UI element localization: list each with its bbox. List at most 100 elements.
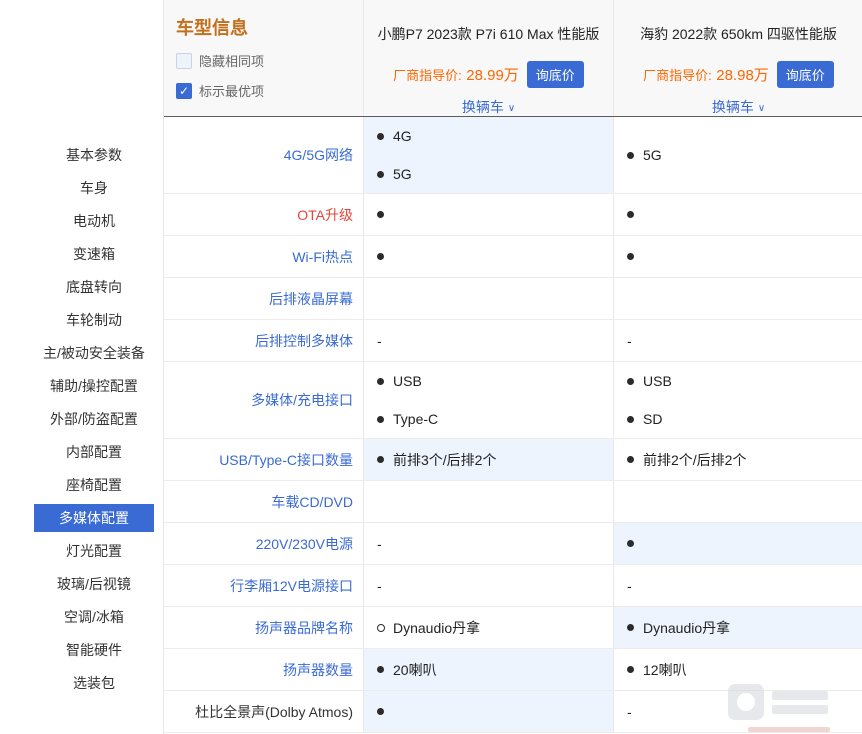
price-value: 28.99万 <box>466 67 519 84</box>
spec-value-text: SD <box>643 411 662 427</box>
compare-table: 车型信息 隐藏相同项 ✓ 标示最优项 小鹏P7 2023款 P7i 610 Ma… <box>163 0 862 734</box>
standard-dot-icon <box>377 378 384 385</box>
spec-row: 扬声器数量 20喇叭 12喇叭 <box>164 649 862 691</box>
spec-value-line: USB <box>627 362 862 400</box>
spec-row: Wi-Fi热点 <box>164 236 862 278</box>
spec-cell: Dynaudio丹拿 <box>364 607 614 648</box>
standard-dot-icon <box>627 666 634 673</box>
standard-dot-icon <box>627 456 634 463</box>
row-label[interactable]: 4G/5G网络 <box>164 117 364 193</box>
checkbox-checked-icon[interactable]: ✓ <box>176 83 192 99</box>
spec-value-line <box>377 245 613 269</box>
checkbox-label: 标示最优项 <box>199 81 264 100</box>
sidebar-item-玻璃/后视镜[interactable]: 玻璃/后视镜 <box>34 567 154 600</box>
sidebar-item-基本参数[interactable]: 基本参数 <box>34 138 154 171</box>
table-header-left: 车型信息 隐藏相同项 ✓ 标示最优项 <box>164 0 364 116</box>
spec-value-text: Dynaudio丹拿 <box>643 618 730 638</box>
switch-car-label: 换辆车 <box>462 97 504 117</box>
spec-value-line <box>627 245 862 269</box>
category-list: 基本参数车身电动机变速箱底盘转向车轮制动主/被动安全装备辅助/操控配置外部/防盗… <box>0 138 163 699</box>
sidebar-item-辅助/操控配置[interactable]: 辅助/操控配置 <box>34 369 154 402</box>
standard-dot-icon <box>627 624 634 631</box>
sidebar-item-变速箱[interactable]: 变速箱 <box>34 237 154 270</box>
standard-dot-icon <box>377 708 384 715</box>
spec-cell <box>364 236 614 277</box>
spec-value-text: - <box>627 704 632 720</box>
chevron-down-icon: ∨ <box>508 103 515 114</box>
sidebar-item-外部/防盗配置[interactable]: 外部/防盗配置 <box>34 402 154 435</box>
spec-value-line: 前排2个/后排2个 <box>627 448 862 472</box>
sidebar-item-智能硬件[interactable]: 智能硬件 <box>34 633 154 666</box>
sidebar-item-主/被动安全装备[interactable]: 主/被动安全装备 <box>34 336 154 369</box>
spec-value-line: - <box>377 574 613 598</box>
price-value: 28.98万 <box>716 67 769 84</box>
hide-same-checkbox[interactable]: 隐藏相同项 <box>176 51 363 70</box>
spec-value-text: 前排3个/后排2个 <box>393 450 496 470</box>
spec-value-line: 12喇叭 <box>627 658 862 682</box>
checkbox-unchecked-icon[interactable] <box>176 53 192 69</box>
spec-value-text: 4G <box>393 128 412 144</box>
row-label[interactable]: 扬声器数量 <box>164 649 364 690</box>
spec-row: 4G/5G网络4G5G5G <box>164 117 862 194</box>
spec-cell: 前排3个/后排2个 <box>364 439 614 480</box>
switch-car-link[interactable]: 换辆车 ∨ <box>462 97 515 117</box>
sidebar-item-空调/冰箱[interactable]: 空调/冰箱 <box>34 600 154 633</box>
row-label: 杜比全景声(Dolby Atmos) <box>164 691 364 732</box>
spec-cell <box>614 278 862 319</box>
spec-value-text: - <box>377 536 382 552</box>
spec-value-line: Dynaudio丹拿 <box>377 616 613 640</box>
spec-value-line: 20喇叭 <box>377 658 613 682</box>
row-label[interactable]: 多媒体/充电接口 <box>164 362 364 438</box>
spec-value-text: - <box>627 333 632 349</box>
standard-dot-icon <box>627 540 634 547</box>
sidebar-item-内部配置[interactable]: 内部配置 <box>34 435 154 468</box>
spec-value-line: - <box>377 532 613 556</box>
spec-cell: - <box>614 565 862 606</box>
spec-row: OTA升级 <box>164 194 862 236</box>
spec-value-text: 5G <box>643 147 662 163</box>
row-label[interactable]: 后排液晶屏幕 <box>164 278 364 319</box>
row-label[interactable]: 后排控制多媒体 <box>164 320 364 361</box>
row-label[interactable]: USB/Type-C接口数量 <box>164 439 364 480</box>
spec-row: 扬声器品牌名称 Dynaudio丹拿 Dynaudio丹拿 <box>164 607 862 649</box>
optional-circle-icon <box>377 624 385 632</box>
spec-value-text: Type-C <box>393 411 438 427</box>
sidebar-item-灯光配置[interactable]: 灯光配置 <box>34 534 154 567</box>
spec-value-text: 12喇叭 <box>643 660 687 680</box>
row-label[interactable]: 车载CD/DVD <box>164 481 364 522</box>
standard-dot-icon <box>377 133 384 140</box>
row-label[interactable]: 220V/230V电源 <box>164 523 364 564</box>
row-label[interactable]: Wi-Fi热点 <box>164 236 364 277</box>
row-label[interactable]: 扬声器品牌名称 <box>164 607 364 648</box>
car-compare-page: 基本参数车身电动机变速箱底盘转向车轮制动主/被动安全装备辅助/操控配置外部/防盗… <box>0 0 862 734</box>
sidebar-item-底盘转向[interactable]: 底盘转向 <box>34 270 154 303</box>
spec-cell: 5G <box>614 117 862 193</box>
spec-row: 220V/230V电源- <box>164 523 862 565</box>
inquiry-price-button[interactable]: 询底价 <box>527 61 584 88</box>
sidebar-item-电动机[interactable]: 电动机 <box>34 204 154 237</box>
sidebar-item-车身[interactable]: 车身 <box>34 171 154 204</box>
spec-cell: - <box>364 565 614 606</box>
spec-value-line <box>627 532 862 556</box>
chevron-down-icon: ∨ <box>758 103 765 114</box>
spec-value-line: SD <box>627 400 862 438</box>
mark-best-checkbox[interactable]: ✓ 标示最优项 <box>176 81 363 100</box>
spec-cell <box>614 236 862 277</box>
sidebar-item-座椅配置[interactable]: 座椅配置 <box>34 468 154 501</box>
spec-value-text: USB <box>393 373 422 389</box>
inquiry-price-button[interactable]: 询底价 <box>777 61 834 88</box>
spec-cell: - <box>364 523 614 564</box>
spec-value-text: USB <box>643 373 672 389</box>
switch-car-link[interactable]: 换辆车 ∨ <box>712 97 765 117</box>
spec-value-line <box>627 203 862 227</box>
spec-value-line: - <box>627 329 862 353</box>
sidebar-item-车轮制动[interactable]: 车轮制动 <box>34 303 154 336</box>
row-label[interactable]: OTA升级 <box>164 194 364 235</box>
spec-cell: Dynaudio丹拿 <box>614 607 862 648</box>
price-label: 厂商指导价: <box>393 68 462 83</box>
spec-value-line: Type-C <box>377 400 613 438</box>
row-label[interactable]: 行李厢12V电源接口 <box>164 565 364 606</box>
sidebar-item-选装包[interactable]: 选装包 <box>34 666 154 699</box>
sidebar-item-多媒体配置[interactable]: 多媒体配置 <box>34 504 154 532</box>
spec-value-text: - <box>377 578 382 594</box>
